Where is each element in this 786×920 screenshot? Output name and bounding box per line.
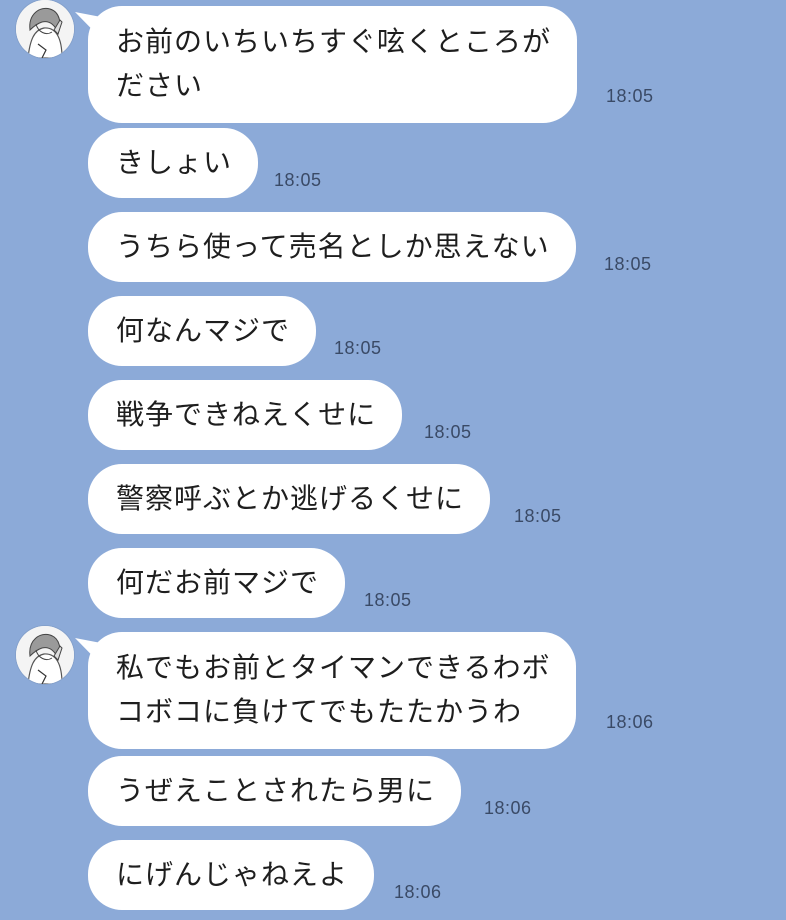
message-time: 18:05 [424, 422, 472, 442]
message-text: うちら使って売名としか思えない [116, 230, 550, 263]
sender-avatar[interactable] [16, 626, 74, 684]
message-bubble[interactable]: にげんじゃねえよ [88, 840, 375, 910]
message-text: ださい [116, 69, 204, 102]
message-row: うちら使って売名としか思えない [88, 212, 576, 282]
message-bubble[interactable]: 戦争できねえくせに [88, 380, 403, 450]
message-text: きしょい [116, 146, 233, 179]
message-row: 何だお前マジで [88, 548, 346, 618]
message-row: きしょい [88, 128, 259, 198]
message-row: 私でもお前とタイマンできるわボ コボコに負けてでもたたかうわ [88, 632, 577, 749]
message-row: お前のいちいちすぐ呟くところが ださい [88, 6, 578, 123]
message-bubble[interactable]: 何なんマジで [88, 296, 317, 366]
avatar-icon [16, 0, 74, 58]
message-time: 18:05 [364, 590, 412, 610]
message-time: 18:05 [334, 338, 382, 358]
message-time: 18:05 [604, 254, 652, 274]
message-text: 私でもお前とタイマンできるわボ [116, 651, 551, 684]
message-bubble[interactable]: うぜえことされたら男に [88, 756, 462, 826]
message-text: うぜえことされたら男に [116, 774, 436, 807]
message-bubble[interactable]: 私でもお前とタイマンできるわボ コボコに負けてでもたたかうわ [88, 632, 577, 749]
chat-message-list[interactable]: お前のいちいちすぐ呟くところが ださい 18:05 きしょい 18:05 うちら… [0, 0, 786, 920]
message-text: にげんじゃねえよ [116, 858, 349, 891]
message-bubble[interactable]: きしょい [88, 128, 259, 198]
sender-avatar[interactable] [16, 0, 74, 58]
message-row: 警察呼ぶとか逃げるくせに [88, 464, 491, 534]
message-time: 18:06 [394, 882, 442, 902]
message-bubble[interactable]: お前のいちいちすぐ呟くところが ださい [88, 6, 578, 123]
message-time: 18:05 [606, 86, 654, 106]
message-bubble[interactable]: うちら使って売名としか思えない [88, 212, 576, 282]
message-text: 警察呼ぶとか逃げるくせに [116, 482, 465, 515]
message-time: 18:05 [514, 506, 562, 526]
message-time: 18:06 [606, 712, 654, 732]
message-row: 戦争できねえくせに [88, 380, 403, 450]
message-text: 何だお前マジで [116, 566, 320, 599]
message-row: 何なんマジで [88, 296, 317, 366]
message-text: お前のいちいちすぐ呟くところが [116, 25, 552, 58]
message-row: うぜえことされたら男に [88, 756, 462, 826]
message-row: にげんじゃねえよ [88, 840, 375, 910]
message-bubble[interactable]: 警察呼ぶとか逃げるくせに [88, 464, 491, 534]
avatar-icon [16, 626, 74, 684]
message-text: コボコに負けてでもたたかうわ [116, 695, 523, 728]
message-text: 戦争できねえくせに [116, 398, 377, 431]
message-time: 18:05 [274, 170, 322, 190]
message-text: 何なんマジで [116, 314, 291, 347]
message-bubble[interactable]: 何だお前マジで [88, 548, 346, 618]
message-time: 18:06 [484, 798, 532, 818]
